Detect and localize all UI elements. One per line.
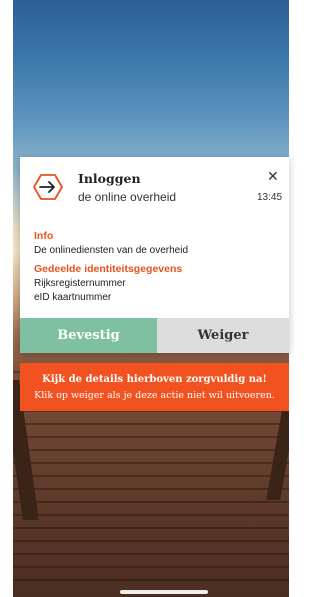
notification-subtitle: de online overheid <box>78 190 177 204</box>
warning-banner: Kijk de details hierboven zorgvuldig na!… <box>20 363 289 411</box>
login-arrow-icon <box>33 174 63 200</box>
notification-time: 13:45 <box>257 192 283 203</box>
confirm-button[interactable]: Bevestig <box>20 318 157 353</box>
shared-identity-label: Gedeelde identiteitsgegevens <box>34 263 183 275</box>
info-text: De onlinediensten van de overheid <box>34 245 188 256</box>
warning-text: Klik op weiger als je deze actie niet wi… <box>34 390 275 401</box>
warning-title: Kijk de details hierboven zorgvuldig na! <box>42 374 267 385</box>
home-indicator[interactable] <box>120 590 208 594</box>
reject-button[interactable]: Weiger <box>157 318 289 353</box>
info-label: Info <box>34 230 54 242</box>
close-icon[interactable]: ✕ <box>267 169 279 183</box>
shared-item-eid-number: eID kaartnummer <box>34 292 112 303</box>
notification-title: Inloggen <box>78 171 141 186</box>
shared-item-national-number: Rijksregisternummer <box>34 278 126 289</box>
